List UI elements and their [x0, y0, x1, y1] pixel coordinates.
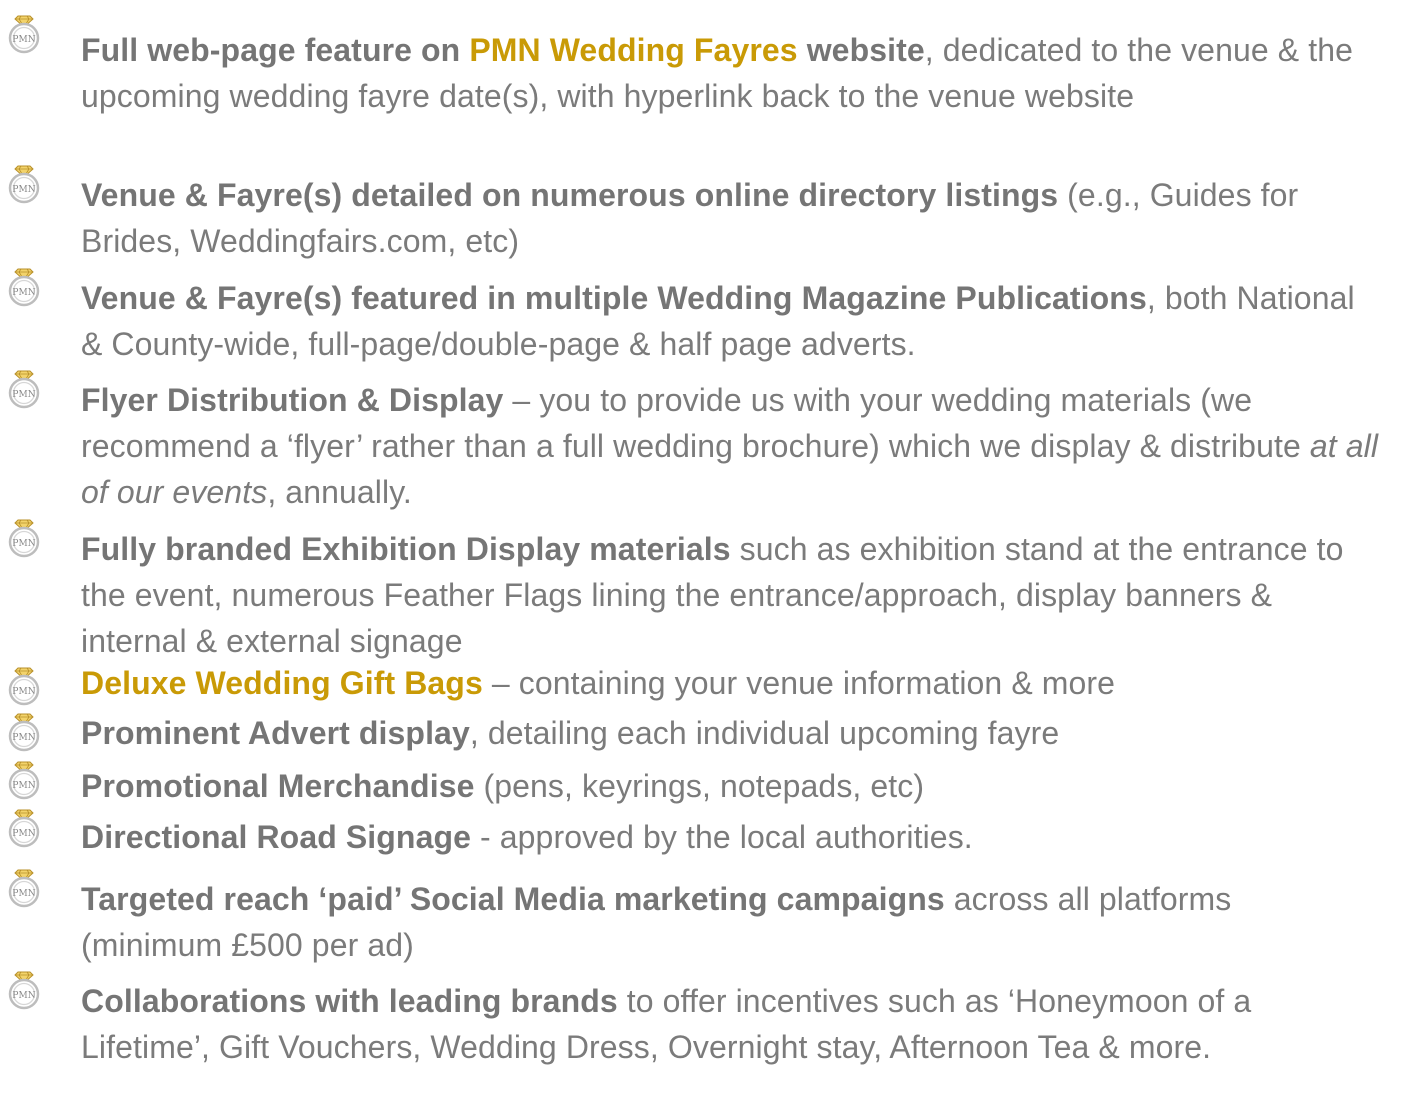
svg-text:PMN: PMN [12, 35, 35, 45]
item-text: Collaborations with leading brands to of… [81, 978, 1381, 1070]
item-text: Deluxe Wedding Gift Bags – containing yo… [81, 660, 1381, 706]
item-text: Full web-page feature on PMN Wedding Fay… [81, 27, 1381, 119]
item-bold-text: Directional Road Signage [81, 819, 472, 855]
item-text: Venue & Fayre(s) detailed on numerous on… [81, 172, 1381, 264]
svg-text:PMN: PMN [12, 390, 35, 400]
pmn-ring-logo-icon: PMN [8, 869, 40, 908]
pmn-ring-logo-icon: PMN [8, 370, 40, 409]
svg-text:PMN: PMN [12, 288, 35, 298]
svg-text:PMN: PMN [12, 889, 35, 899]
item-bold-text: Full web-page feature on [81, 32, 470, 68]
item-bold-text: Targeted reach ‘paid’ Social Media marke… [81, 881, 945, 917]
item-text: Venue & Fayre(s) featured in multiple We… [81, 275, 1381, 367]
item-text: Targeted reach ‘paid’ Social Media marke… [81, 876, 1381, 968]
item-text: Prominent Advert display, detailing each… [81, 710, 1381, 756]
pmn-ring-logo-icon: PMN [8, 761, 40, 800]
pmn-ring-logo-icon: PMN [8, 713, 40, 752]
svg-text:PMN: PMN [12, 733, 35, 743]
item-body-text: (pens, keyrings, notepads, etc) [474, 768, 925, 804]
item-bold-text: website [797, 32, 925, 68]
item-bold-text: Flyer Distribution & Display [81, 382, 504, 418]
item-text: Promotional Merchandise (pens, keyrings,… [81, 763, 1381, 809]
item-body-text: , annually. [267, 474, 412, 510]
item-text: Directional Road Signage - approved by t… [81, 814, 1381, 860]
pmn-ring-logo-icon: PMN [8, 809, 40, 848]
item-body-text: - approved by the local authorities. [471, 819, 973, 855]
svg-text:PMN: PMN [12, 781, 35, 791]
svg-text:PMN: PMN [12, 829, 35, 839]
item-bold-text: Promotional Merchandise [81, 768, 475, 804]
item-bold-text: Fully branded Exhibition Display materia… [81, 531, 731, 567]
pmn-ring-logo-icon: PMN [8, 667, 40, 706]
svg-text:PMN: PMN [12, 185, 35, 195]
pmn-ring-logo-icon: PMN [8, 519, 40, 558]
item-bold-text: Collaborations with leading brands [81, 983, 618, 1019]
item-bold-text: Venue & Fayre(s) featured in multiple We… [81, 280, 1147, 316]
pmn-ring-logo-icon: PMN [8, 165, 40, 204]
pmn-ring-logo-icon: PMN [8, 268, 40, 307]
item-body-text: , detailing each individual upcoming fay… [469, 715, 1060, 751]
item-text: Flyer Distribution & Display – you to pr… [81, 377, 1381, 515]
item-bold-text: Venue & Fayre(s) detailed on numerous on… [81, 177, 1059, 213]
item-text: Fully branded Exhibition Display materia… [81, 526, 1381, 664]
item-bold-text: Prominent Advert display [81, 715, 470, 751]
svg-text:PMN: PMN [12, 687, 35, 697]
pmn-ring-logo-icon: PMN [8, 971, 40, 1010]
pmn-wedding-fayres-link[interactable]: PMN Wedding Fayres [469, 32, 797, 68]
pmn-ring-logo-icon: PMN [8, 15, 40, 54]
item-body-text: – containing your venue information & mo… [482, 665, 1116, 701]
svg-text:PMN: PMN [12, 991, 35, 1001]
svg-text:PMN: PMN [12, 539, 35, 549]
deluxe-gift-bags-link[interactable]: Deluxe Wedding Gift Bags [81, 665, 483, 701]
